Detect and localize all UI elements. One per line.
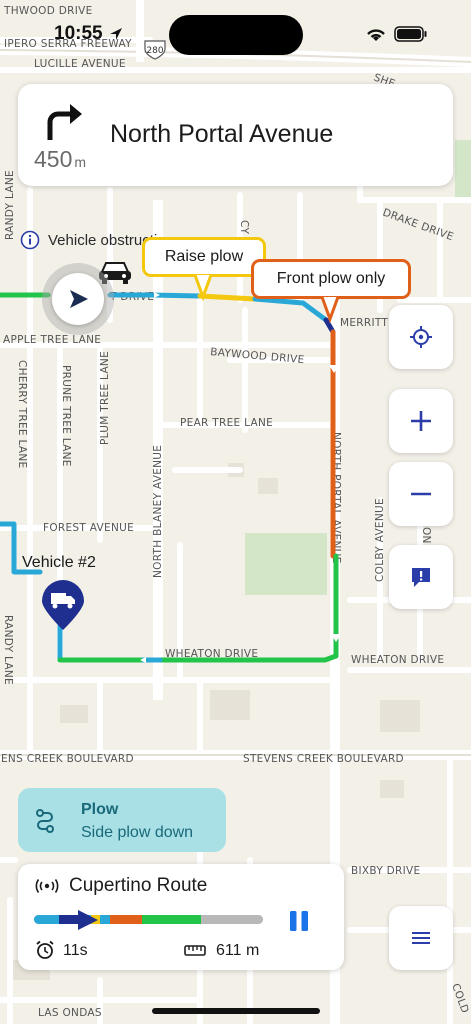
- route-distance: 611 m: [216, 942, 260, 959]
- info-icon: [20, 230, 40, 250]
- menu-button[interactable]: [389, 906, 453, 970]
- vehicle-label: Vehicle #2: [22, 554, 96, 571]
- alarm-clock-icon: [36, 940, 54, 959]
- dynamic-island: [169, 15, 303, 55]
- menu-icon: [412, 932, 430, 944]
- raise-plow-callout[interactable]: Raise plow: [142, 237, 266, 277]
- progress-segment: [141, 915, 202, 924]
- location-arrow-icon: [110, 28, 122, 40]
- play-marker-icon: [78, 910, 98, 930]
- signal-icon: [35, 879, 59, 893]
- route-progress-bar: [34, 915, 263, 924]
- street-label: PLUM TREE LANE: [99, 351, 111, 445]
- progress-segment: [34, 915, 60, 924]
- route-summary-card[interactable]: Cupertino Route 11s 611 m: [18, 864, 344, 970]
- street-label: FOREST AVENUE: [43, 522, 134, 534]
- street-label: STEVENS CREEK BOULEVARD: [243, 753, 404, 765]
- zoom-out-button[interactable]: [389, 462, 453, 526]
- ruler-icon: [184, 945, 206, 956]
- street-label: COLBY AVENUE: [374, 498, 386, 582]
- report-button[interactable]: [389, 545, 453, 609]
- turn-right-icon: [47, 104, 82, 140]
- battery-icon: [394, 26, 427, 42]
- street-label: RANDY LANE: [2, 615, 14, 685]
- plow-status-title: Plow: [81, 801, 119, 818]
- current-location-puck[interactable]: [42, 263, 114, 335]
- crosshair-icon: [410, 326, 432, 348]
- plow-status-subtitle: Side plow down: [81, 824, 194, 841]
- callout-pointer: [194, 275, 212, 301]
- street-label: WHEATON DRIVE: [351, 654, 444, 666]
- route-name: Cupertino Route: [69, 875, 208, 896]
- turn-street-name: North Portal Avenue: [110, 120, 334, 148]
- street-label: BIXBY DRIVE: [351, 865, 420, 877]
- status-time: 10:55: [54, 23, 103, 44]
- minus-icon: [411, 492, 431, 496]
- street-label: ENS CREEK BOULEVARD: [1, 753, 134, 765]
- plow-status-card[interactable]: Plow Side plow down: [18, 788, 226, 852]
- street-label: CHERRY TREE LANE: [16, 360, 28, 468]
- street-label: PRUNE TREE LANE: [60, 365, 72, 467]
- street-label: CY: [238, 220, 250, 234]
- recenter-button[interactable]: [389, 305, 453, 369]
- turn-distance: 450 m: [34, 146, 87, 172]
- front-plow-only-callout[interactable]: Front plow only: [251, 259, 411, 299]
- zoom-in-button[interactable]: [389, 389, 453, 453]
- status-bar: 10:55: [0, 0, 471, 62]
- pause-icon[interactable]: [288, 910, 310, 932]
- route-eta: 11s: [63, 942, 88, 959]
- street-label: PEAR TREE LANE: [180, 417, 273, 429]
- street-label: APPLE TREE LANE: [3, 334, 101, 346]
- home-indicator: [152, 1008, 320, 1014]
- truck-pin-icon[interactable]: [40, 580, 86, 632]
- turn-instruction-card[interactable]: 450 m North Portal Avenue: [18, 84, 453, 186]
- plus-icon: [411, 411, 431, 431]
- progress-segment: [100, 915, 110, 924]
- navigation-arrow-icon: [70, 290, 88, 308]
- report-icon: [412, 568, 430, 587]
- street-label: NORTH BLANEY AVENUE: [152, 445, 164, 578]
- callout-pointer: [321, 297, 339, 323]
- plow-route-icon: [36, 809, 54, 833]
- progress-segment: [109, 915, 142, 924]
- wifi-icon: [367, 29, 385, 41]
- street-label: LAS ONDAS: [38, 1007, 102, 1019]
- progress-segment: [59, 915, 78, 924]
- street-label: RANDY LANE: [4, 170, 16, 240]
- progress-segment: [201, 915, 263, 924]
